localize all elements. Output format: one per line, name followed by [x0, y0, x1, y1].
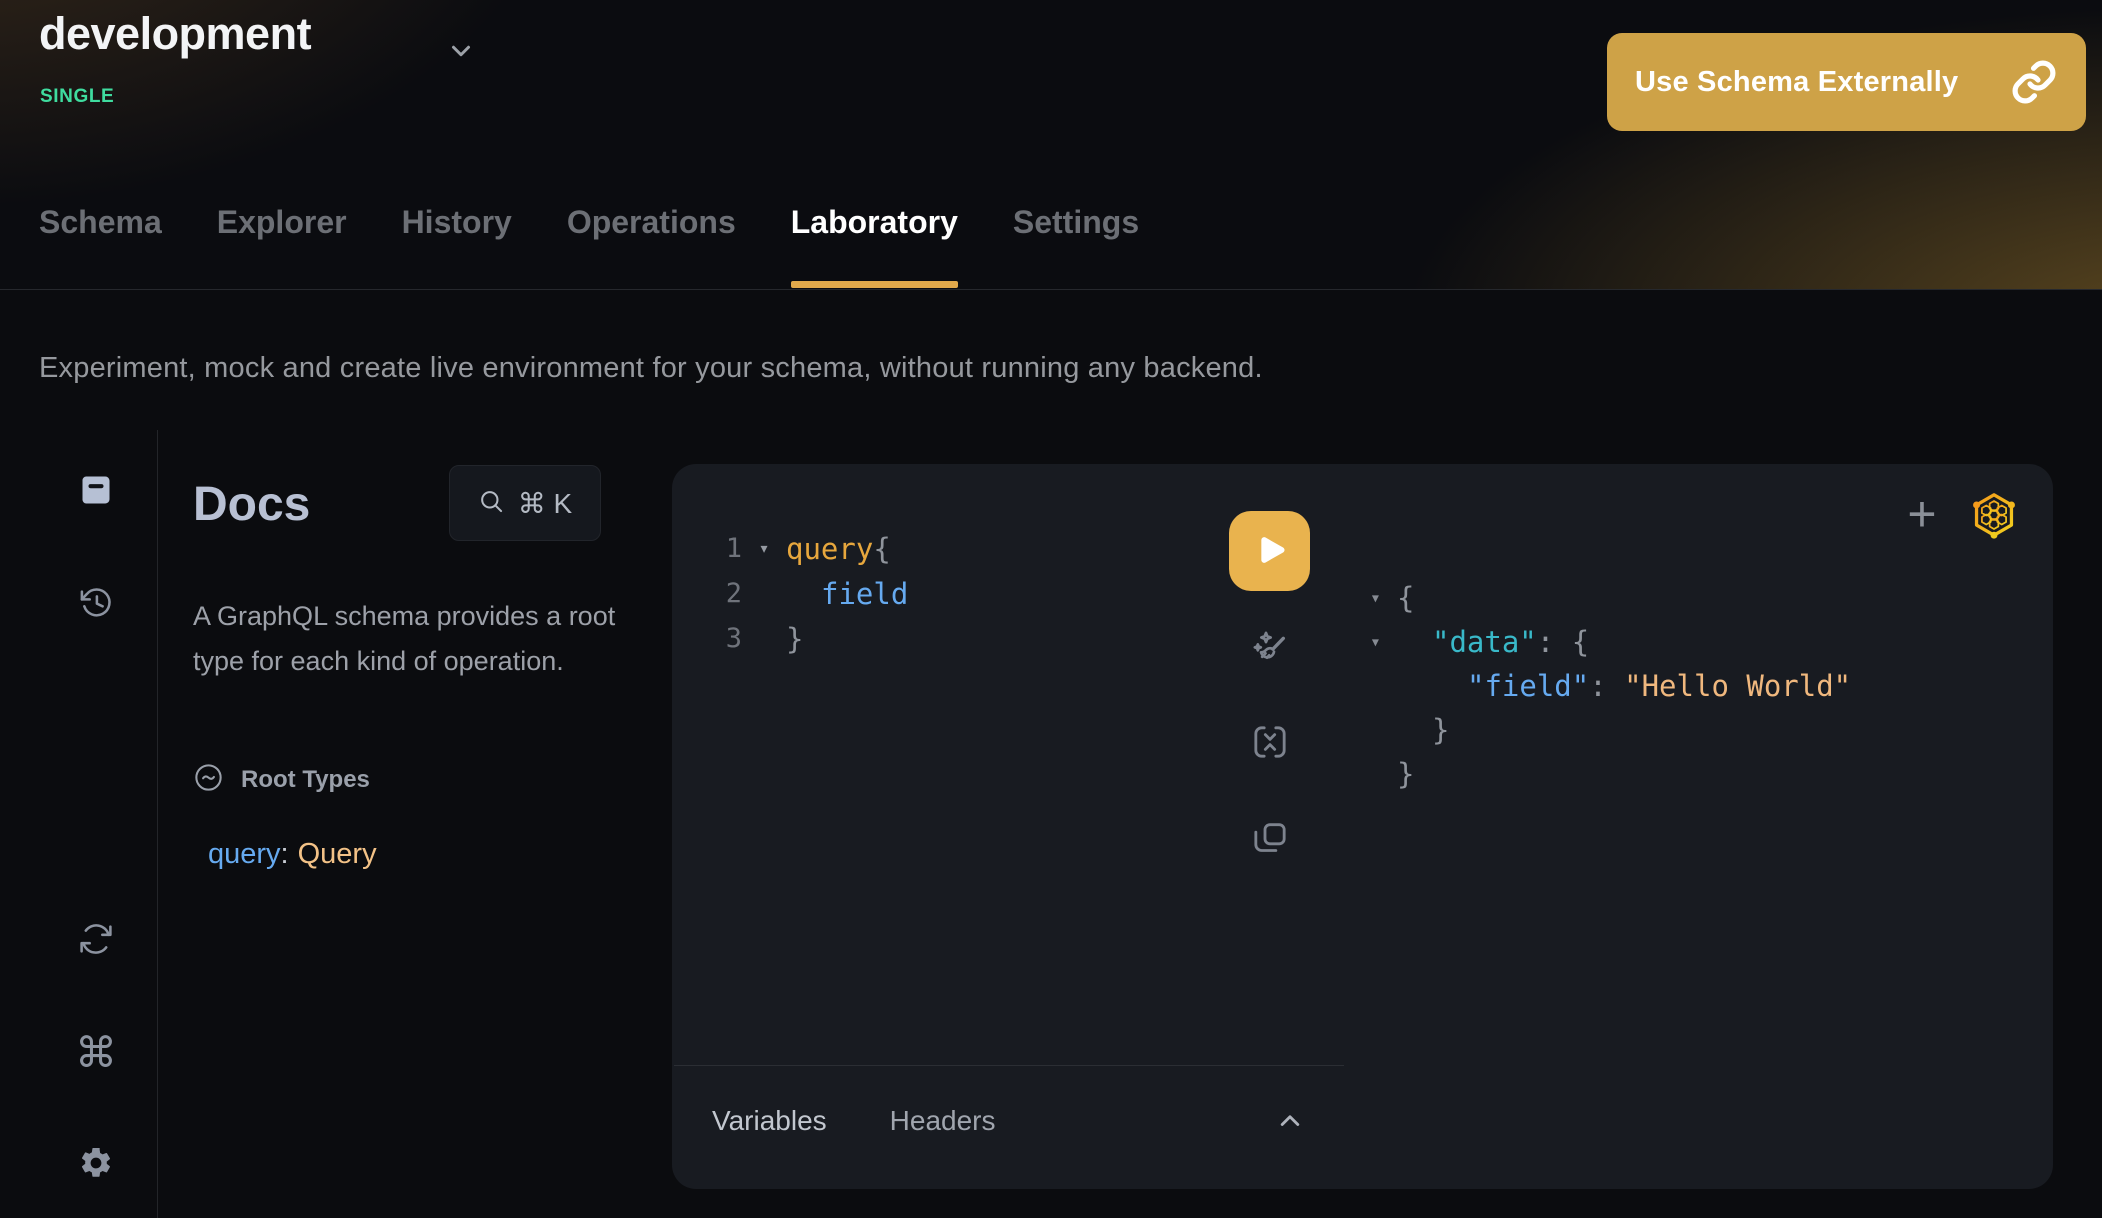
- root-type-type-link[interactable]: Query: [298, 838, 377, 870]
- line-number: 3: [672, 623, 742, 654]
- circle-tilde-icon: [193, 762, 224, 798]
- json-token-key: "field": [1397, 669, 1589, 703]
- tab-settings[interactable]: Settings: [1013, 204, 1139, 248]
- graphiql-panel: 1 ▾ query { 2 field 3 }: [672, 464, 2053, 1189]
- code-token-brace: {: [873, 532, 890, 566]
- response-line: ▾ "data": {: [1397, 620, 1851, 664]
- code-token-field: field: [786, 577, 908, 611]
- root-type-field-link[interactable]: query: [208, 838, 281, 870]
- refetch-sync-icon: [78, 921, 114, 960]
- project-switcher-chevron-icon[interactable]: [446, 36, 476, 66]
- header: development SINGLE Use Schema Externally…: [0, 0, 2102, 290]
- sidebar-history-button[interactable]: [72, 580, 120, 628]
- root-types-header: Root Types: [193, 762, 370, 798]
- json-token-key: "data": [1397, 625, 1537, 659]
- query-editor-line: 2 field: [672, 571, 908, 616]
- query-editor[interactable]: 1 ▾ query { 2 field 3 }: [672, 526, 908, 661]
- line-number: 2: [672, 578, 742, 609]
- main-tabs: Schema Explorer History Operations Labor…: [39, 204, 1139, 248]
- collapse-editor-tools-button[interactable]: [1270, 1102, 1310, 1142]
- root-type-separator: :: [281, 838, 289, 870]
- response-viewer: ▾ { ▾ "data": { "field": "Hello World" }…: [1397, 576, 1851, 796]
- sidebar-divider: [157, 430, 158, 1218]
- sidebar-shortcuts-button[interactable]: ⌘: [72, 1028, 120, 1076]
- merge-icon: [1250, 722, 1290, 765]
- editor-bottom-divider: [674, 1065, 1344, 1066]
- status-badge: SINGLE: [40, 86, 114, 108]
- json-token-separator: :: [1537, 625, 1572, 659]
- tab-history[interactable]: History: [402, 204, 512, 248]
- add-tab-button[interactable]: +: [1894, 486, 1950, 542]
- hive-hexagon-logo-icon: [1970, 491, 2018, 539]
- docs-panel-title: Docs: [193, 477, 310, 532]
- fold-marker-icon[interactable]: ▾: [1370, 632, 1381, 653]
- search-icon: [478, 488, 505, 518]
- project-title: development: [39, 8, 311, 60]
- root-types-label: Root Types: [241, 766, 370, 794]
- query-editor-line: 3 }: [672, 616, 908, 661]
- copy-icon: [1250, 818, 1290, 861]
- tab-headers[interactable]: Headers: [890, 1105, 996, 1137]
- tab-explorer[interactable]: Explorer: [217, 204, 347, 248]
- response-line: ▾ {: [1397, 576, 1851, 620]
- use-schema-externally-button[interactable]: Use Schema Externally: [1607, 33, 2086, 131]
- fold-marker-icon[interactable]: ▾: [742, 538, 786, 559]
- query-editor-line: 1 ▾ query {: [672, 526, 908, 571]
- code-token-keyword: query: [786, 532, 873, 566]
- use-schema-externally-label: Use Schema Externally: [1635, 66, 1958, 99]
- tab-operations[interactable]: Operations: [567, 204, 736, 248]
- line-number: 1: [672, 533, 742, 564]
- page-subtitle: Experiment, mock and create live environ…: [39, 352, 1263, 385]
- code-token-brace: }: [786, 622, 803, 656]
- json-token-brace: {: [1397, 581, 1414, 615]
- search-shortcut-label: ⌘ K: [518, 487, 572, 520]
- play-icon: [1250, 530, 1290, 573]
- link-icon: [2010, 58, 2058, 106]
- settings-gear-icon: [78, 1145, 114, 1184]
- sidebar-settings-button[interactable]: [72, 1140, 120, 1188]
- tab-schema[interactable]: Schema: [39, 204, 162, 248]
- fold-marker-icon[interactable]: ▾: [1370, 588, 1381, 609]
- tab-variables[interactable]: Variables: [712, 1105, 827, 1137]
- execute-query-button[interactable]: [1229, 511, 1310, 591]
- chevron-up-icon: [1273, 1126, 1307, 1141]
- sparkle-brush-icon: [1250, 628, 1290, 671]
- tab-laboratory[interactable]: Laboratory: [791, 204, 958, 248]
- docs-book-icon: [78, 472, 114, 511]
- sidebar-refetch-schema-button[interactable]: [72, 916, 120, 964]
- response-line: }: [1397, 752, 1851, 796]
- laboratory-page: development SINGLE Use Schema Externally…: [0, 0, 2102, 1218]
- json-token-string: "Hello World": [1624, 669, 1851, 703]
- response-line: "field": "Hello World": [1397, 664, 1851, 708]
- copy-query-button[interactable]: [1248, 817, 1292, 861]
- history-clock-icon: [78, 585, 114, 624]
- json-token-brace: }: [1397, 757, 1414, 791]
- prettify-query-button[interactable]: [1248, 627, 1292, 671]
- response-line: }: [1397, 708, 1851, 752]
- json-token-brace: {: [1572, 625, 1589, 659]
- sidebar-docs-button[interactable]: [72, 467, 120, 515]
- json-token-brace: }: [1397, 713, 1449, 747]
- docs-search-button[interactable]: ⌘ K: [449, 465, 601, 541]
- json-token-separator: :: [1589, 669, 1624, 703]
- merge-fragments-button[interactable]: [1248, 721, 1292, 765]
- command-key-icon: ⌘: [75, 1028, 117, 1077]
- root-type-row: query: Query: [208, 838, 377, 871]
- bottom-tabs: Variables Headers: [712, 1105, 996, 1137]
- docs-description: A GraphQL schema provides a root type fo…: [193, 594, 621, 684]
